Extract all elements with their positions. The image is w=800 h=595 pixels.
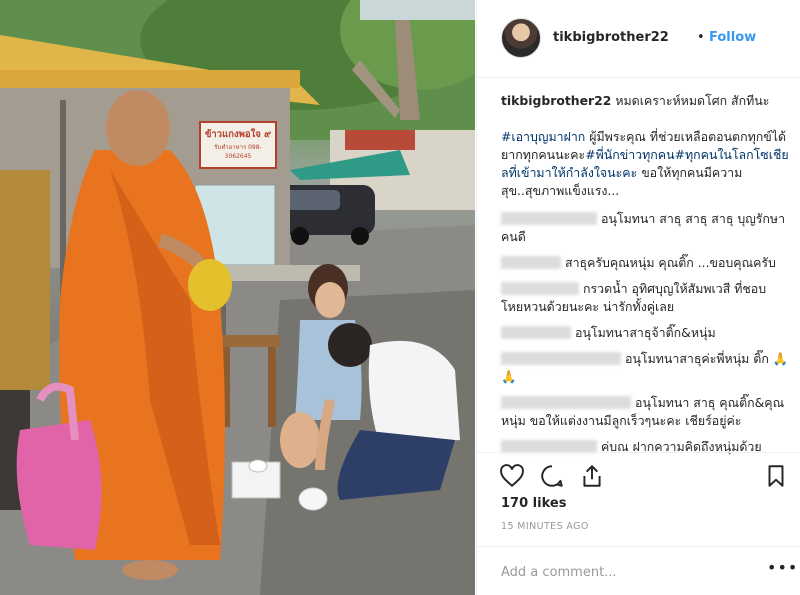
add-comment-bar: ••• — [477, 546, 800, 595]
shop-sign-phone: รับทำอาหาร 098-3062645 — [214, 144, 262, 160]
comment-item: อนุโมทนา สาธุ สาธุ สาธุ บุญรักษาคนดี — [501, 210, 793, 246]
heart-icon[interactable] — [499, 463, 525, 489]
comment-text: อนุโมทนาสาธุจ้าติ๊ก&หนุ่ม — [575, 325, 716, 340]
header-username[interactable]: tikbigbrother22 — [553, 30, 669, 45]
post-photo[interactable]: ข้าวแกงพอใจ ๙ รับทำอาหาร 098-3062645 — [0, 0, 475, 595]
comments-list: tikbigbrother22 หมดเคราะห์หมดโศก สักทีนะ… — [501, 92, 793, 464]
shop-sign: ข้าวแกงพอใจ ๙ รับทำอาหาร 098-3062645 — [201, 124, 275, 166]
comment-item: อนุโมทนา สาธุ คุณติ๊ก&คุณหนุ่ม ขอให้แต่ง… — [501, 394, 793, 430]
hashtag-2[interactable]: #พี่นักข่าวทุกคน — [585, 147, 674, 162]
post-timestamp: 15 MINUTES AGO — [501, 521, 589, 532]
blurred-username — [501, 396, 631, 409]
comment-text: สาธุครับคุณหนุ่ม คุณติ๊ก ...ขอบคุณครับ — [565, 255, 776, 270]
likes-count[interactable]: 170 likes — [501, 496, 566, 511]
comment-icon[interactable] — [539, 463, 565, 489]
comment-item: อนุโมทนาสาธุจ้าติ๊ก&หนุ่ม — [501, 324, 793, 342]
follow-button[interactable]: Follow — [709, 30, 756, 45]
comment-item: สาธุครับคุณหนุ่ม คุณติ๊ก ...ขอบคุณครับ — [501, 254, 793, 272]
comment-input[interactable] — [501, 561, 751, 583]
post-header: tikbigbrother22 • Follow — [477, 0, 800, 78]
action-bar — [477, 452, 800, 492]
blurred-username — [501, 352, 621, 365]
more-icon[interactable]: ••• — [767, 558, 798, 577]
blurred-username — [501, 282, 579, 295]
caption-line1: หมดเคราะห์หมดโศก สักทีนะ — [615, 93, 770, 108]
caption-username[interactable]: tikbigbrother22 — [501, 93, 611, 108]
share-icon[interactable] — [579, 463, 605, 489]
comment-item: กรวดน้ำ อุทิศบุญให้สัมพเวสี ที่ชอบโหยหวน… — [501, 280, 793, 316]
comment-item: อนุโมทนาสาธุค่ะพี่หนุ่ม ติ๊ก 🙏🙏 — [501, 350, 793, 386]
shop-sign-title: ข้าวแกงพอใจ ๙ — [204, 129, 272, 140]
blurred-username — [501, 212, 597, 225]
photo-illustration — [0, 0, 475, 595]
post-sidebar: tikbigbrother22 • Follow tikbigbrother22… — [476, 0, 800, 595]
bookmark-icon[interactable] — [763, 463, 789, 489]
caption: tikbigbrother22 หมดเคราะห์หมดโศก สักทีนะ… — [501, 92, 793, 200]
blurred-username — [501, 256, 561, 269]
hashtag-1[interactable]: #เอาบุญมาฝาก — [501, 129, 585, 144]
avatar[interactable] — [501, 18, 541, 58]
header-separator: • — [697, 30, 705, 45]
blurred-username — [501, 326, 571, 339]
